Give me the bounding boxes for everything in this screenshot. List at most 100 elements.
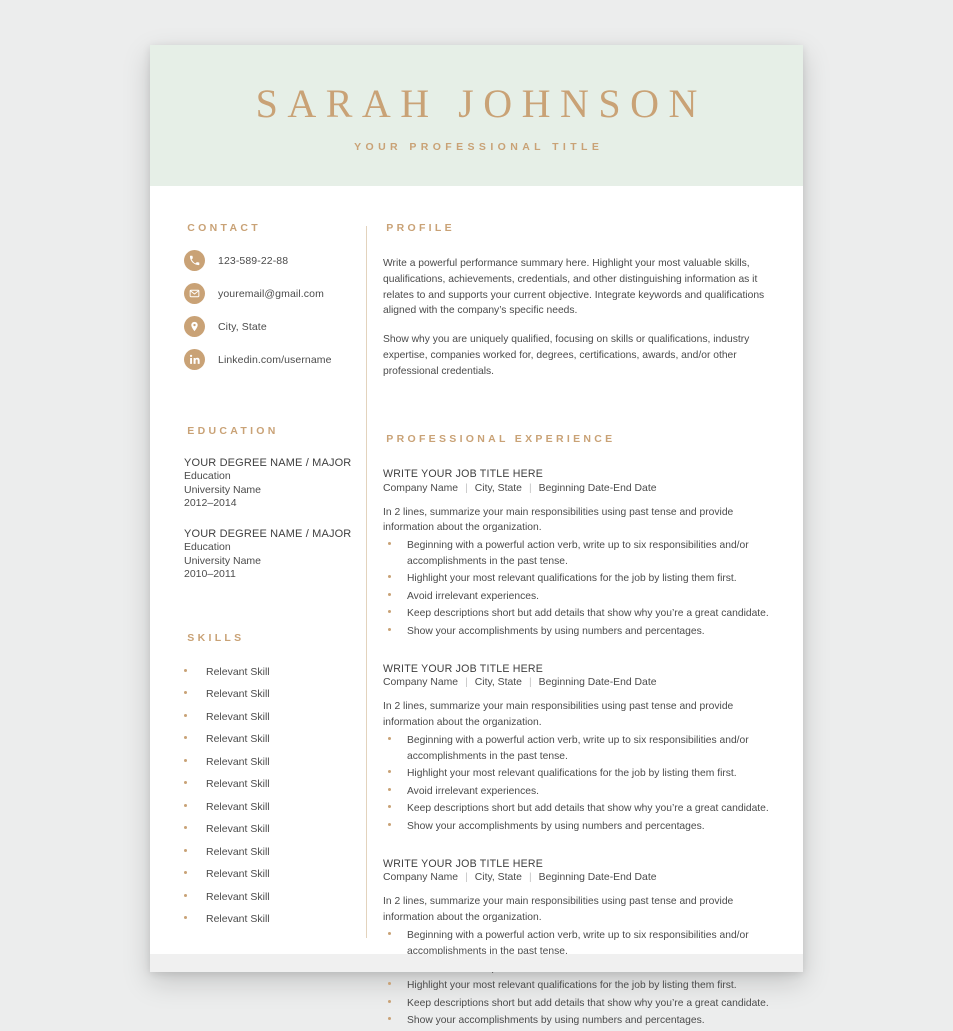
meta-separator: | — [465, 677, 468, 689]
profile-heading: PROFILE — [386, 222, 455, 234]
contact-item-location[interactable]: City, State — [184, 316, 360, 337]
job-dates: Beginning Date-End Date — [538, 872, 657, 884]
contact-item-email[interactable]: youremail@gmail.com — [184, 283, 360, 304]
education-level: Education — [184, 470, 231, 483]
job-bullet-label: Keep descriptions short but add details … — [407, 803, 769, 815]
bullet-icon — [184, 758, 187, 762]
education-level: Education — [184, 541, 231, 554]
resume-page: SARAH JOHNSON YOUR PROFESSIONAL TITLE CO… — [150, 45, 803, 1026]
job-bullet-list: Beginning with a powerful action verb, w… — [383, 538, 773, 639]
job-bullet-label: Show your accomplishments by using numbe… — [407, 820, 705, 832]
list-item: Relevant Skill — [184, 666, 360, 678]
job-bullet-label: Beginning with a powerful action verb, w… — [407, 540, 749, 567]
skill-label: Relevant Skill — [206, 890, 270, 903]
contact-item-linkedin[interactable]: Linkedin.com/username — [184, 349, 360, 370]
education-heading: EDUCATION — [187, 425, 279, 437]
meta-separator: | — [465, 482, 468, 494]
list-item: Highlight your most relevant qualificati… — [383, 766, 773, 781]
contact-item-phone[interactable]: 123-589-22-88 — [184, 250, 360, 271]
contact-linkedin-text: Linkedin.com/username — [218, 353, 332, 366]
bullet-icon — [388, 982, 391, 986]
bullet-icon — [388, 770, 391, 774]
education-degree: YOUR DEGREE NAME / MAJOR — [184, 457, 352, 469]
skill-label: Relevant Skill — [206, 755, 270, 768]
list-item: Highlight your most relevant qualificati… — [383, 978, 773, 993]
list-item: Relevant Skill — [184, 801, 360, 813]
bullet-icon — [184, 713, 187, 717]
bullet-icon — [184, 691, 187, 695]
bullet-icon — [388, 575, 391, 579]
list-item: Show your accomplishments by using numbe… — [383, 1013, 773, 1028]
job-bullet-label: Highlight your most relevant qualificati… — [407, 573, 737, 585]
contact-location-text: City, State — [218, 320, 267, 333]
job-company: Company Name — [383, 482, 459, 494]
bullet-icon — [184, 826, 187, 830]
skills-heading: SKILLS — [187, 631, 245, 644]
bullet-icon — [388, 805, 391, 809]
meta-separator: | — [465, 872, 468, 884]
sidebar-column: CONTACT 123-589-22-88 youremail@gmail.co… — [150, 222, 366, 1031]
contact-phone-text: 123-589-22-88 — [218, 254, 289, 267]
bullet-icon — [184, 916, 187, 920]
bullet-icon — [184, 803, 187, 807]
profile-paragraph: Write a powerful performance summary her… — [383, 258, 765, 317]
bullet-icon — [184, 668, 187, 672]
list-item: Relevant Skill — [184, 688, 360, 700]
resume-header: SARAH JOHNSON YOUR PROFESSIONAL TITLE — [150, 45, 803, 186]
job-bullet-label: Highlight your most relevant qualificati… — [407, 980, 737, 992]
screenshot-canvas: SARAH JOHNSON YOUR PROFESSIONAL TITLE CO… — [0, 0, 953, 1026]
experience-entry: WRITE YOUR JOB TITLE HERE Company Name |… — [383, 662, 773, 834]
skill-label: Relevant Skill — [206, 868, 270, 881]
bullet-icon — [388, 610, 391, 614]
experience-entry: WRITE YOUR JOB TITLE HERE Company Name |… — [383, 467, 773, 639]
list-item: Relevant Skill — [184, 711, 360, 723]
education-dates: 2010–2011 — [184, 568, 236, 581]
list-item: Relevant Skill — [184, 756, 360, 768]
education-school: University Name — [184, 554, 262, 567]
job-bullet-label: Keep descriptions short but add details … — [407, 997, 769, 1009]
list-item: Relevant Skill — [184, 913, 360, 925]
list-item: Avoid irrelevant experiences. — [383, 784, 773, 799]
education-entry: YOUR DEGREE NAME / MAJOR Education Unive… — [184, 527, 360, 581]
job-bullet-label: Avoid irrelevant experiences. — [407, 785, 540, 797]
bullet-icon — [388, 592, 391, 596]
job-dates: Beginning Date-End Date — [538, 482, 657, 494]
skill-label: Relevant Skill — [206, 913, 270, 926]
professional-title: YOUR PROFESSIONAL TITLE — [354, 141, 604, 153]
job-company: Company Name — [383, 677, 459, 689]
job-bullet-list: Beginning with a powerful action verb, w… — [383, 928, 773, 1029]
list-item: Relevant Skill — [184, 823, 360, 835]
resume-body: CONTACT 123-589-22-88 youremail@gmail.co… — [150, 186, 803, 1031]
list-item: Relevant Skill — [184, 891, 360, 903]
list-item: Beginning with a powerful action verb, w… — [383, 733, 773, 764]
list-item: Relevant Skill — [184, 733, 360, 745]
bullet-icon — [184, 871, 187, 875]
skill-label: Relevant Skill — [206, 845, 270, 858]
skill-label: Relevant Skill — [206, 665, 270, 678]
main-column: PROFILE Write a powerful performance sum… — [367, 222, 803, 1031]
education-degree: YOUR DEGREE NAME / MAJOR — [184, 528, 352, 541]
candidate-name: SARAH JOHNSON — [255, 81, 707, 126]
job-summary: In 2 lines, summarize your main responsi… — [383, 506, 734, 534]
skill-label: Relevant Skill — [206, 688, 270, 701]
skill-label: Relevant Skill — [206, 778, 270, 791]
education-school: University Name — [184, 483, 262, 496]
bullet-icon — [184, 781, 187, 785]
job-bullet-label: Show your accomplishments by using numbe… — [407, 1015, 705, 1027]
list-item: Keep descriptions short but add details … — [383, 801, 773, 816]
list-item: Relevant Skill — [184, 778, 360, 790]
list-item: Highlight your most relevant qualificati… — [383, 571, 773, 586]
job-title: WRITE YOUR JOB TITLE HERE — [383, 663, 544, 676]
skill-label: Relevant Skill — [206, 710, 270, 723]
skill-label: Relevant Skill — [206, 823, 270, 836]
job-bullet-label: Beginning with a powerful action verb, w… — [407, 735, 749, 762]
job-bullet-label: Highlight your most relevant qualificati… — [407, 768, 737, 780]
meta-separator: | — [528, 482, 532, 494]
page-bottom-strip — [150, 954, 803, 972]
job-location: City, State — [474, 677, 522, 689]
list-item: Beginning with a powerful action verb, w… — [383, 538, 773, 569]
job-bullet-label: Avoid irrelevant experiences. — [407, 590, 540, 602]
linkedin-icon — [184, 349, 205, 370]
map-pin-icon — [184, 316, 205, 337]
list-item: Show your accomplishments by using numbe… — [383, 819, 773, 834]
